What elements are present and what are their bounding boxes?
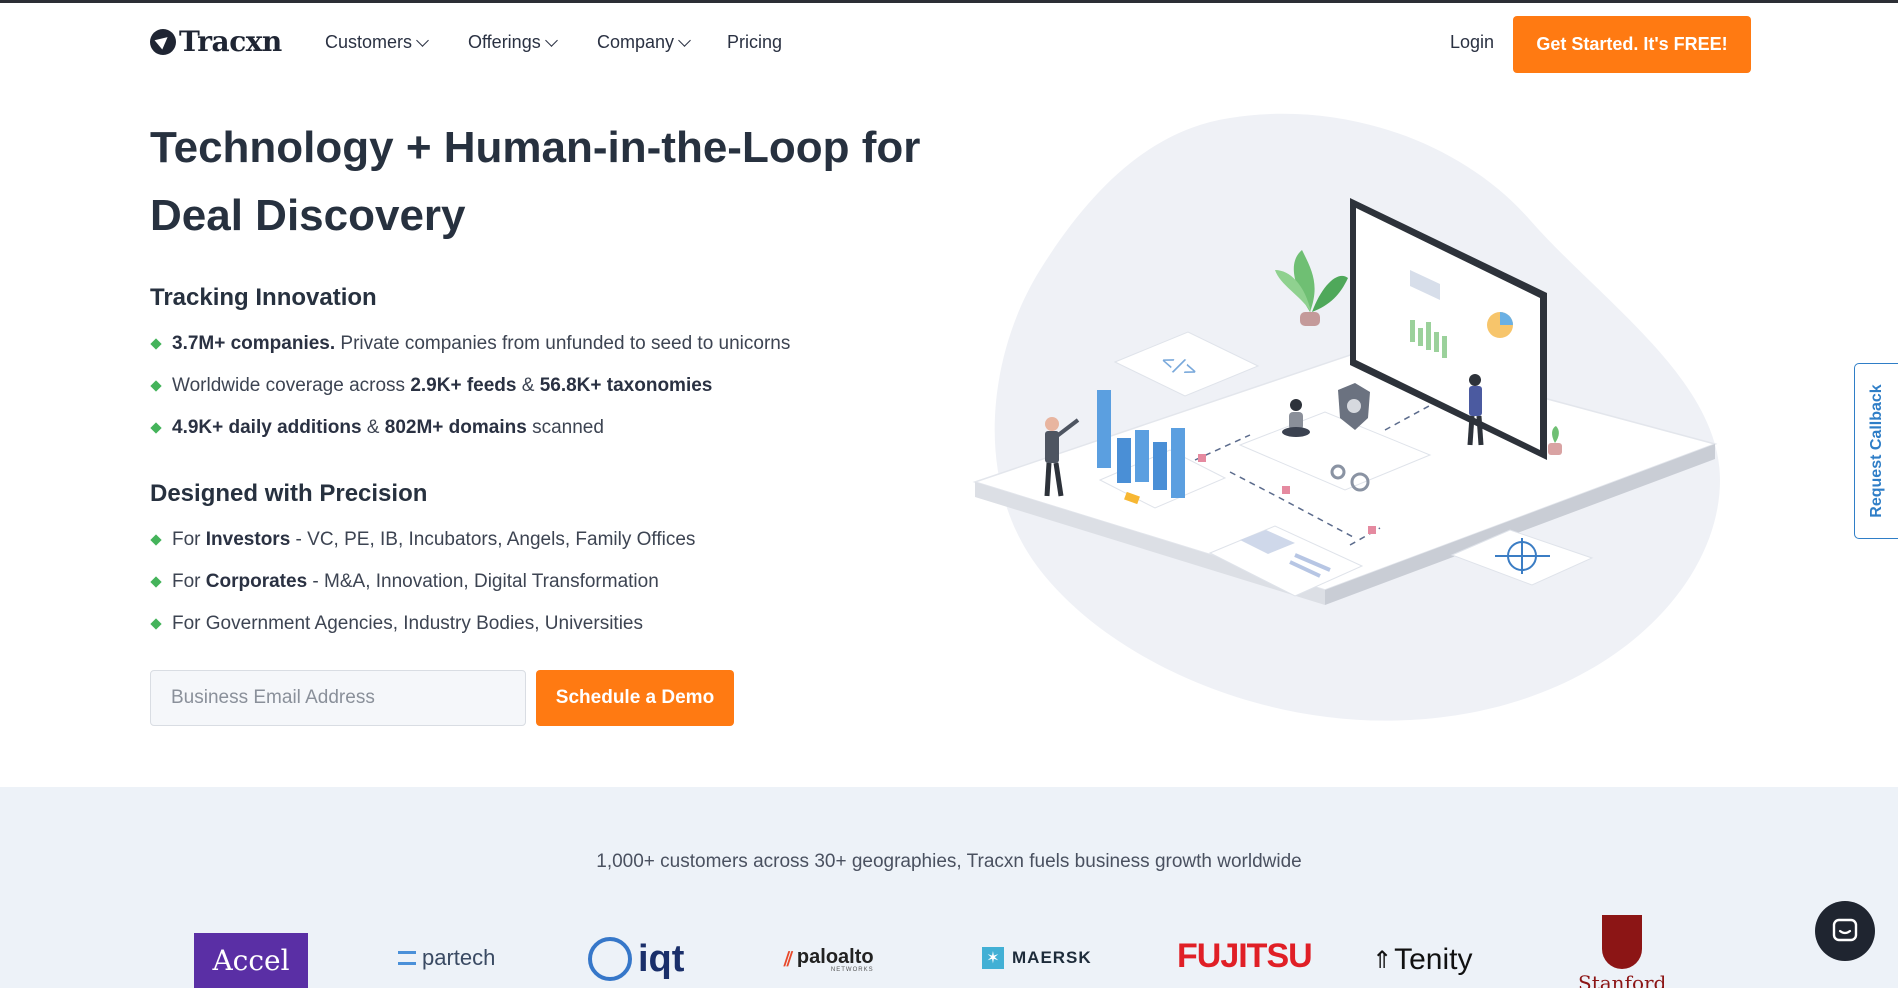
bullet-diamond-icon <box>150 576 162 588</box>
chat-launcher-button[interactable] <box>1815 901 1875 961</box>
chevron-down-icon <box>678 33 691 47</box>
stanford-logo: Stanford <box>1578 915 1666 988</box>
bullet-item: For Government Agencies, Industry Bodies… <box>150 603 695 645</box>
customers-tagline: 1,000+ customers across 30+ geographies,… <box>596 851 1302 872</box>
login-link[interactable]: Login <box>1450 32 1494 53</box>
chevron-down-icon <box>544 33 558 47</box>
bullet-diamond-icon <box>150 422 162 434</box>
stanford-tree-icon <box>1602 915 1643 969</box>
maersk-logo: ✶ MAERSK <box>982 947 1092 969</box>
tracking-innovation-list: 3.7M+ companies. Private companies from … <box>150 323 790 449</box>
nav-customers[interactable]: Customers <box>325 32 429 53</box>
iqt-globe-icon <box>588 937 632 981</box>
tracking-innovation-heading: Tracking Innovation <box>150 284 377 311</box>
nav-offerings[interactable]: Offerings <box>468 32 558 53</box>
paloalto-logo: ⫽ paloalto NETWORKS <box>784 946 874 973</box>
request-callback-tab[interactable]: Request Callback <box>1854 363 1898 539</box>
bullet-item: Worldwide coverage across 2.9K+ feeds & … <box>150 365 790 407</box>
bullet-diamond-icon <box>150 338 162 350</box>
logo-text: Tracxn <box>179 25 282 58</box>
designed-precision-heading: Designed with Precision <box>150 480 428 507</box>
iqt-logo: iqt <box>588 937 684 981</box>
tenity-rocket-icon: ⇑ <box>1372 946 1393 974</box>
fujitsu-logo: FUJITSU <box>1177 937 1313 975</box>
schedule-demo-button[interactable]: Schedule a Demo <box>536 670 734 726</box>
bullet-diamond-icon <box>150 380 162 392</box>
chevron-down-icon <box>416 33 429 47</box>
top-navigation: Tracxn Customers Offerings Company Prici… <box>0 3 1898 81</box>
request-callback-label: Request Callback <box>1867 384 1885 518</box>
paloalto-mark-icon: ⫽ <box>784 948 793 971</box>
bullet-item: For Investors - VC, PE, IB, Incubators, … <box>150 519 695 561</box>
nav-pricing[interactable]: Pricing <box>727 32 782 53</box>
maersk-star-icon: ✶ <box>982 947 1004 969</box>
chat-icon <box>1832 918 1858 942</box>
business-email-input[interactable] <box>150 670 526 726</box>
tenity-logo: ⇑ Tenity <box>1372 943 1473 976</box>
get-started-button[interactable]: Get Started. It's FREE! <box>1513 16 1751 73</box>
bullet-item: For Corporates - M&A, Innovation, Digita… <box>150 561 695 603</box>
hero-title: Technology + Human-in-the-Loop for Deal … <box>150 123 921 240</box>
customer-logos-row: Accel partech iqt ⫽ paloalto NETWORKS ✶ … <box>0 915 1898 988</box>
tracxn-logo-icon <box>150 28 176 55</box>
bullet-diamond-icon <box>150 534 162 546</box>
partech-logo: partech <box>398 945 495 971</box>
bullet-diamond-icon <box>150 618 162 630</box>
bullet-item: 4.9K+ daily additions & 802M+ domains sc… <box>150 407 790 449</box>
designed-precision-list: For Investors - VC, PE, IB, Incubators, … <box>150 519 695 645</box>
accel-logo: Accel <box>194 933 308 988</box>
partech-mark-icon <box>398 951 416 965</box>
nav-company[interactable]: Company <box>597 32 691 53</box>
hero-illustration: </> <box>972 113 1720 721</box>
tracxn-logo[interactable]: Tracxn <box>150 25 282 58</box>
bullet-item: 3.7M+ companies. Private companies from … <box>150 323 790 365</box>
